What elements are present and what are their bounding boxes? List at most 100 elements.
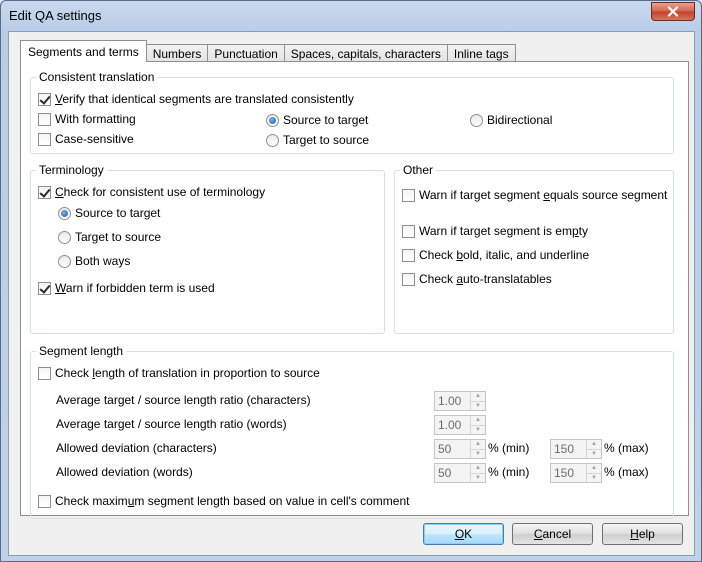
radio-label: Source to target xyxy=(283,113,369,127)
check-terminology-checkbox[interactable]: Check for consistent use of terminology xyxy=(38,185,265,199)
tab-segments-and-terms[interactable]: Segments and terms xyxy=(20,40,147,62)
deviation-words-max-spinbox[interactable]: 150 ▲ ▼ xyxy=(550,463,602,483)
spin-down-icon[interactable]: ▼ xyxy=(587,450,601,459)
tab-strip: Segments and terms Numbers Punctuation S… xyxy=(20,40,516,62)
checkbox-label: Warn if target segment is empty xyxy=(419,224,588,238)
group-legend: Consistent translation xyxy=(36,70,158,84)
checkbox-label: Check maximum segment length based on va… xyxy=(55,494,410,508)
spin-up-icon[interactable]: ▲ xyxy=(587,440,601,450)
tab-inline-tags[interactable]: Inline tags xyxy=(446,44,516,62)
radio-label: Target to source xyxy=(283,133,370,147)
checkbox-label: Case-sensitive xyxy=(55,132,134,146)
group-legend: Terminology xyxy=(36,163,107,177)
button-label: Cancel xyxy=(533,527,572,541)
deviation-words-min-spinbox[interactable]: 50 ▲ ▼ xyxy=(434,463,486,483)
dialog-window: Edit QA settings Segments and terms Numb… xyxy=(0,0,702,562)
unit-max-label: % (max) xyxy=(604,441,649,455)
warn-equals-source-checkbox[interactable]: Warn if target segment equals source seg… xyxy=(402,188,667,202)
terminology-source-to-target-radio[interactable]: Source to target xyxy=(58,206,160,220)
ratio-characters-label: Average target / source length ratio (ch… xyxy=(56,393,311,407)
help-button[interactable]: Help xyxy=(602,523,683,545)
terminology-both-ways-radio[interactable]: Both ways xyxy=(58,254,130,268)
spinbox-value: 50 xyxy=(438,442,452,456)
spin-arrows: ▲ ▼ xyxy=(470,464,485,482)
spin-up-icon[interactable]: ▲ xyxy=(471,440,485,450)
group-legend: Other xyxy=(400,163,437,177)
checkbox-box xyxy=(38,494,51,508)
checkbox-label: Warn if target segment equals source seg… xyxy=(419,188,668,202)
radio-circle xyxy=(58,254,71,268)
checkbox-box xyxy=(38,281,51,295)
checkbox-label: Warn if forbidden term is used xyxy=(55,281,215,295)
spin-up-icon[interactable]: ▲ xyxy=(471,464,485,474)
with-formatting-checkbox[interactable]: With formatting xyxy=(38,112,136,126)
spin-up-icon[interactable]: ▲ xyxy=(587,464,601,474)
ok-button[interactable]: OK xyxy=(423,523,504,545)
spinbox-value: 1.00 xyxy=(438,418,462,432)
tab-numbers[interactable]: Numbers xyxy=(145,44,209,62)
ratio-characters-spinbox[interactable]: 1.00 ▲ ▼ xyxy=(434,391,486,411)
close-button[interactable] xyxy=(651,2,695,21)
spinbox-value: 150 xyxy=(554,442,575,456)
checkbox-box xyxy=(402,272,415,286)
radio-circle xyxy=(58,230,71,244)
ratio-words-label: Average target / source length ratio (wo… xyxy=(56,417,287,431)
consistency-source-to-target-radio[interactable]: Source to target xyxy=(266,113,368,127)
consistency-target-to-source-radio[interactable]: Target to source xyxy=(266,133,369,147)
spin-arrows: ▲ ▼ xyxy=(470,416,485,434)
button-label: OK xyxy=(454,527,473,541)
tab-spaces-capitals-characters[interactable]: Spaces, capitals, characters xyxy=(283,44,448,62)
tab-punctuation[interactable]: Punctuation xyxy=(207,44,285,62)
check-max-length-checkbox[interactable]: Check maximum segment length based on va… xyxy=(38,494,409,508)
spin-down-icon[interactable]: ▼ xyxy=(471,450,485,459)
unit-min-label: % (min) xyxy=(488,441,530,455)
check-formatting-checkbox[interactable]: Check bold, italic, and underline xyxy=(402,248,589,262)
checkbox-label: Check for consistent use of terminology xyxy=(55,185,266,199)
spin-down-icon[interactable]: ▼ xyxy=(471,426,485,435)
check-auto-translatables-checkbox[interactable]: Check auto-translatables xyxy=(402,272,552,286)
button-label: Help xyxy=(630,527,655,541)
check-length-checkbox[interactable]: Check length of translation in proportio… xyxy=(38,366,320,380)
verify-consistency-checkbox[interactable]: Verify that identical segments are trans… xyxy=(38,92,354,106)
spin-down-icon[interactable]: ▼ xyxy=(471,402,485,411)
ratio-words-spinbox[interactable]: 1.00 ▲ ▼ xyxy=(434,415,486,435)
terminology-target-to-source-radio[interactable]: Target to source xyxy=(58,230,161,244)
tab-label: Numbers xyxy=(152,46,202,61)
checkbox-label: With formatting xyxy=(55,112,136,126)
spinbox-value: 50 xyxy=(438,466,452,480)
spinbox-value: 1.00 xyxy=(438,394,462,408)
case-sensitive-checkbox[interactable]: Case-sensitive xyxy=(38,132,134,146)
cancel-button[interactable]: Cancel xyxy=(512,523,593,545)
spin-up-icon[interactable]: ▲ xyxy=(471,416,485,426)
checkbox-label: Check auto-translatables xyxy=(419,272,552,286)
spin-down-icon[interactable]: ▼ xyxy=(587,474,601,483)
deviation-words-label: Allowed deviation (words) xyxy=(56,465,193,479)
spin-arrows: ▲ ▼ xyxy=(470,392,485,410)
tab-panel-segments-and-terms: Consistent translation Verify that ident… xyxy=(20,61,689,519)
close-icon xyxy=(667,6,679,17)
consistency-bidirectional-radio[interactable]: Bidirectional xyxy=(470,113,552,127)
deviation-characters-label: Allowed deviation (characters) xyxy=(56,441,217,455)
checkbox-box xyxy=(38,112,51,126)
title-bar[interactable]: Edit QA settings xyxy=(1,1,701,31)
checkbox-box xyxy=(38,92,51,106)
checkbox-box xyxy=(38,132,51,146)
forbidden-term-checkbox[interactable]: Warn if forbidden term is used xyxy=(38,281,215,295)
checkbox-box xyxy=(402,188,415,202)
checkbox-box xyxy=(38,185,51,199)
spin-down-icon[interactable]: ▼ xyxy=(471,474,485,483)
tab-label: Segments and terms xyxy=(28,44,139,59)
checkbox-box xyxy=(402,224,415,238)
warn-empty-target-checkbox[interactable]: Warn if target segment is empty xyxy=(402,224,588,238)
spin-up-icon[interactable]: ▲ xyxy=(471,392,485,402)
radio-circle xyxy=(266,133,279,147)
spinbox-value: 150 xyxy=(554,466,575,480)
spin-arrows: ▲ ▼ xyxy=(470,440,485,458)
window-title: Edit QA settings xyxy=(9,8,102,23)
deviation-characters-min-spinbox[interactable]: 50 ▲ ▼ xyxy=(434,439,486,459)
radio-circle xyxy=(470,113,483,127)
checkbox-box xyxy=(402,248,415,262)
radio-circle xyxy=(266,113,279,127)
deviation-characters-max-spinbox[interactable]: 150 ▲ ▼ xyxy=(550,439,602,459)
radio-label: Source to target xyxy=(75,206,161,220)
